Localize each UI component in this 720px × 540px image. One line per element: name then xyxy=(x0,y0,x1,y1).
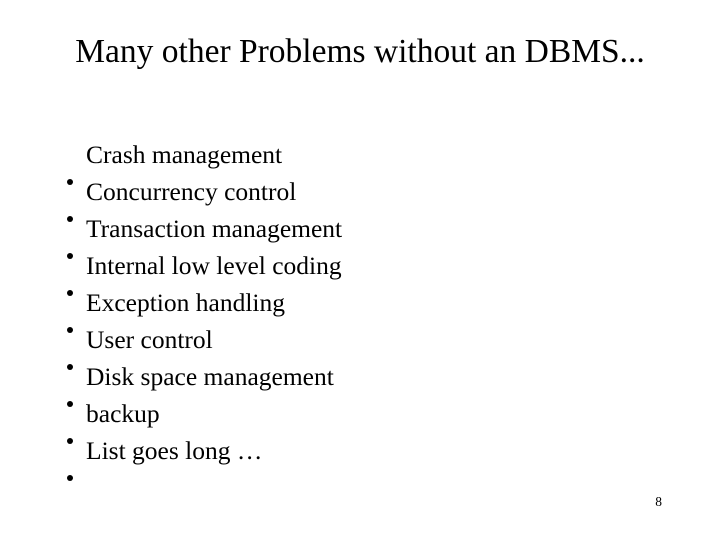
list-item-label: Disk space management xyxy=(86,362,334,391)
slide-number: 8 xyxy=(655,494,662,509)
list-item: Transaction management xyxy=(62,210,662,259)
list-item-label: Internal low level coding xyxy=(86,251,342,280)
list-item-label: List goes long … xyxy=(86,436,263,465)
list-item: Disk space management xyxy=(62,358,662,407)
bullet-list: Crash management Concurrency control Tra… xyxy=(62,136,662,481)
list-item: Crash management xyxy=(62,136,662,185)
list-item-label: Concurrency control xyxy=(86,177,297,206)
list-item-label: Transaction management xyxy=(86,214,343,243)
list-item: List goes long … xyxy=(62,432,662,481)
list-item: backup xyxy=(62,395,662,444)
list-item: Exception handling xyxy=(62,284,662,333)
list-item-label: Exception handling xyxy=(86,288,285,317)
list-item-label: Crash management xyxy=(86,140,283,169)
list-item: User control xyxy=(62,321,662,370)
list-item-label: backup xyxy=(86,399,160,428)
list-item-label: User control xyxy=(86,325,213,354)
list-item: Concurrency control xyxy=(62,173,662,222)
slide-title: Many other Problems without an DBMS... xyxy=(75,33,645,70)
list-item: Internal low level coding xyxy=(62,247,662,296)
presentation-slide: Many other Problems without an DBMS... C… xyxy=(0,0,720,540)
